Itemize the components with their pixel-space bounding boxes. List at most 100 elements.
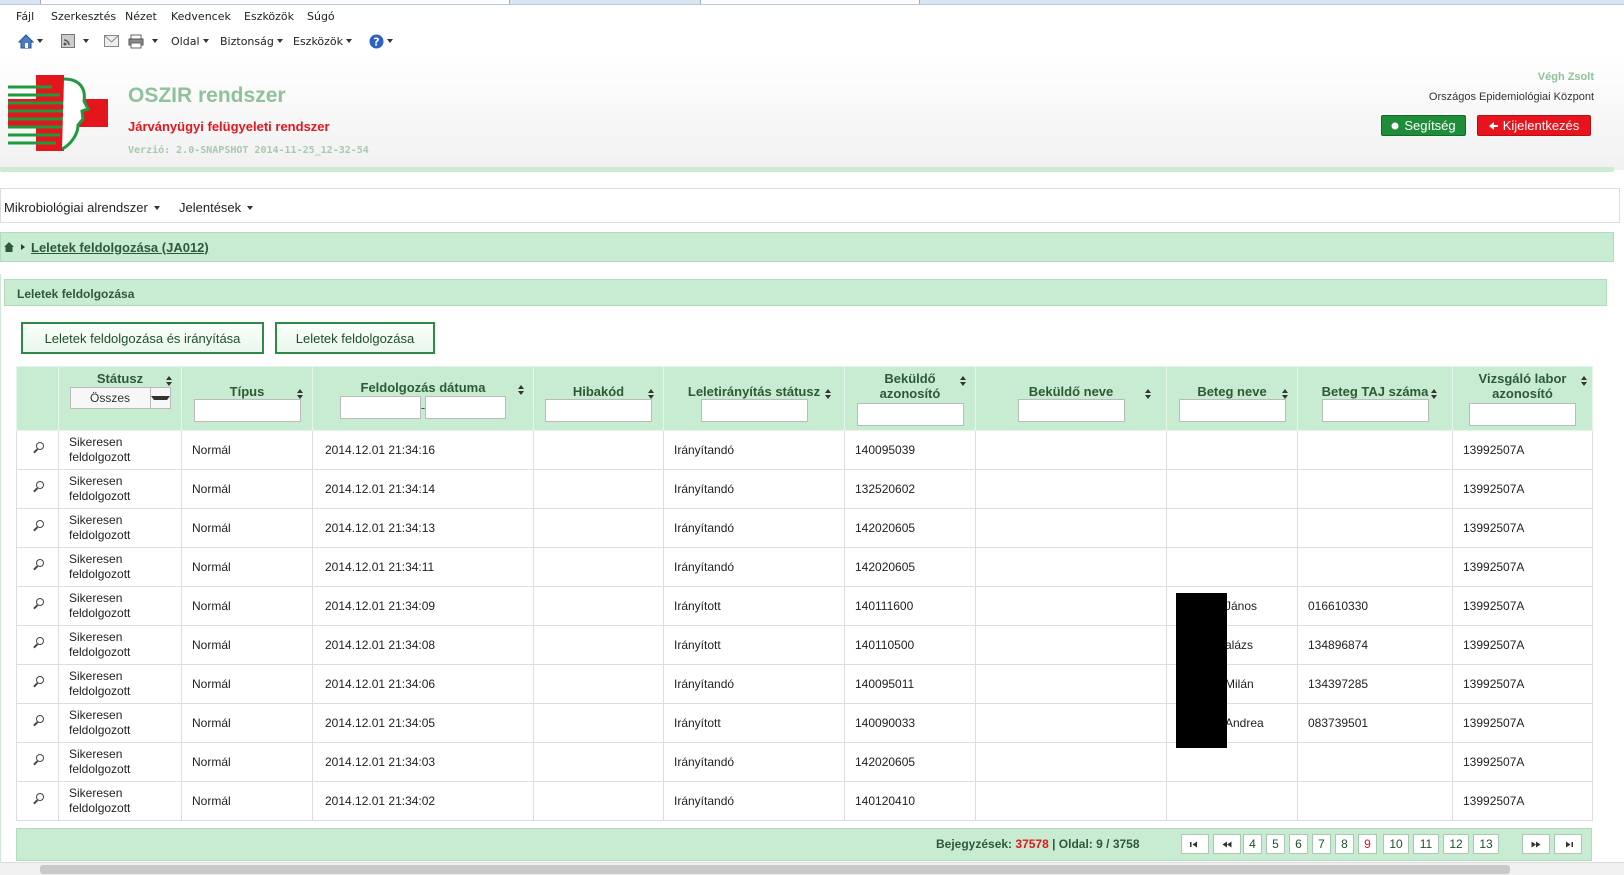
mail-button[interactable] bbox=[104, 33, 119, 49]
help-menu-button[interactable]: ? bbox=[369, 33, 393, 49]
table-row[interactable]: Sikeresen feldolgozott Normál 2014.12.01 2… bbox=[16, 547, 1593, 587]
table-row[interactable]: Sikeresen feldolgozott Normál 2014.12.01 2… bbox=[16, 586, 1593, 626]
table-row[interactable]: Sikeresen feldolgozott Normál 2014.12.01 2… bbox=[16, 742, 1593, 782]
page-button[interactable]: 13 bbox=[1473, 834, 1499, 854]
sort-icon[interactable] bbox=[648, 389, 655, 400]
view-details-icon[interactable] bbox=[32, 598, 44, 610]
column-header-taj[interactable]: Beteg TAJ száma bbox=[1297, 366, 1453, 431]
table-row[interactable]: Sikeresen feldolgozott Normál 2014.12.01 2… bbox=[16, 664, 1593, 704]
table-row[interactable]: Sikeresen feldolgozott Normál 2014.12.01 2… bbox=[16, 430, 1593, 470]
page-button[interactable]: 10 bbox=[1383, 834, 1409, 854]
previous-page-button[interactable] bbox=[1213, 834, 1241, 854]
table-row[interactable]: Sikeresen feldolgozott Normál 2014.12.01 2… bbox=[16, 781, 1593, 821]
browser-tab[interactable] bbox=[700, 0, 920, 4]
print-button[interactable] bbox=[128, 33, 158, 49]
menu-edit[interactable]: Szerkesztés bbox=[51, 10, 116, 23]
taj-filter-input[interactable] bbox=[1321, 399, 1429, 422]
table-row[interactable]: Sikeresen feldolgozott Normál 2014.12.01 2… bbox=[16, 508, 1593, 548]
lab-id-filter-input[interactable] bbox=[1469, 403, 1576, 426]
column-header-lab-id[interactable]: Vizsgáló labor azonosító bbox=[1452, 366, 1593, 431]
status-filter-select[interactable]: Összes bbox=[69, 387, 171, 409]
view-details-icon[interactable] bbox=[32, 442, 44, 454]
menu-view[interactable]: Nézet bbox=[125, 10, 157, 23]
sort-icon[interactable] bbox=[166, 376, 173, 387]
next-page-button[interactable] bbox=[1522, 834, 1550, 854]
tools-menu-button[interactable]: Eszközök bbox=[293, 33, 353, 49]
security-menu-button[interactable]: Biztonság bbox=[220, 33, 283, 49]
horizontal-scrollbar[interactable] bbox=[0, 862, 1624, 875]
sort-icon[interactable] bbox=[297, 389, 304, 400]
process-button[interactable]: Leletek feldolgozása bbox=[275, 322, 435, 354]
menu-favorites[interactable]: Kedvencek bbox=[171, 10, 231, 23]
column-header-patient-name[interactable]: Beteg neve bbox=[1166, 366, 1298, 431]
page-button[interactable]: 4 bbox=[1243, 834, 1262, 854]
patient-name-filter-input[interactable] bbox=[1178, 399, 1286, 422]
help-button[interactable]: Segítség bbox=[1381, 115, 1466, 136]
feeds-button[interactable] bbox=[61, 33, 89, 49]
view-details-icon[interactable] bbox=[32, 637, 44, 649]
column-header-sender-name[interactable]: Beküldő neve bbox=[975, 366, 1167, 431]
sort-icon[interactable] bbox=[1431, 389, 1438, 400]
routing-status-filter-input[interactable] bbox=[700, 399, 808, 422]
type-filter-input[interactable] bbox=[193, 399, 301, 422]
cell-type: Normál bbox=[181, 781, 313, 821]
sender-name-filter-input[interactable] bbox=[1017, 399, 1125, 422]
last-page-button[interactable] bbox=[1554, 834, 1582, 854]
scrollbar-thumb[interactable] bbox=[40, 865, 1510, 874]
nav-item-reports[interactable]: Jelentések bbox=[179, 200, 254, 215]
browser-tab[interactable] bbox=[40, 0, 510, 4]
sort-icon[interactable] bbox=[518, 385, 525, 396]
view-details-icon[interactable] bbox=[32, 793, 44, 805]
sort-icon[interactable] bbox=[1581, 376, 1588, 387]
first-page-icon bbox=[1190, 841, 1197, 847]
view-details-icon[interactable] bbox=[32, 559, 44, 571]
cell-sender-name bbox=[975, 742, 1167, 782]
page-button[interactable]: 7 bbox=[1312, 834, 1331, 854]
view-details-icon[interactable] bbox=[32, 676, 44, 688]
view-details-icon[interactable] bbox=[32, 754, 44, 766]
nav-item-microbiology[interactable]: Mikrobiológiai alrendszer bbox=[4, 200, 160, 215]
column-header-error[interactable]: Hibakód bbox=[533, 366, 664, 431]
table-row[interactable]: Sikeresen feldolgozott Normál 2014.12.01 2… bbox=[16, 625, 1593, 665]
sender-id-filter-input[interactable] bbox=[856, 403, 964, 426]
home-button[interactable] bbox=[18, 33, 43, 49]
menu-tools[interactable]: Eszközök bbox=[244, 10, 294, 23]
column-header-routing-status[interactable]: Leletirányítás státusz bbox=[663, 366, 845, 431]
column-header-status[interactable]: Státusz Összes bbox=[58, 366, 182, 431]
page-button[interactable]: 11 bbox=[1413, 834, 1439, 854]
date-to-input[interactable] bbox=[425, 396, 507, 419]
view-details-icon[interactable] bbox=[32, 715, 44, 727]
column-header-date[interactable]: Feldolgozás dátuma - bbox=[312, 366, 534, 431]
column-label: Típus bbox=[229, 384, 265, 399]
table-row[interactable]: Sikeresen feldolgozott Normál 2014.12.01 2… bbox=[16, 469, 1593, 509]
page-button[interactable]: 9 bbox=[1358, 834, 1377, 854]
view-details-icon[interactable] bbox=[32, 520, 44, 532]
page-menu-button[interactable]: Oldal bbox=[171, 33, 209, 49]
process-and-route-button[interactable]: Leletek feldolgozása és irányítása bbox=[21, 322, 264, 354]
cell-taj bbox=[1297, 508, 1453, 548]
cell-status: Sikeresen feldolgozott bbox=[58, 547, 182, 587]
sort-icon[interactable] bbox=[1282, 389, 1289, 400]
sort-icon[interactable] bbox=[960, 376, 967, 387]
menu-file[interactable]: Fájl bbox=[16, 10, 34, 23]
page-button[interactable]: 6 bbox=[1289, 834, 1308, 854]
date-from-input[interactable] bbox=[339, 396, 421, 419]
column-header-sender-id[interactable]: Beküldő azonosító bbox=[844, 366, 976, 431]
sort-icon[interactable] bbox=[1145, 389, 1152, 400]
view-details-icon[interactable] bbox=[32, 481, 44, 493]
first-page-button[interactable] bbox=[1181, 834, 1209, 854]
help-icon bbox=[1391, 122, 1399, 129]
sort-icon[interactable] bbox=[825, 389, 832, 400]
table-row[interactable]: Sikeresen feldolgozott Normál 2014.12.01 2… bbox=[16, 703, 1593, 743]
menu-help[interactable]: Súgó bbox=[307, 10, 335, 23]
error-code-filter-input[interactable] bbox=[545, 399, 652, 422]
home-icon[interactable] bbox=[4, 242, 14, 252]
cell-lab: 13992507A bbox=[1452, 781, 1593, 821]
page-button[interactable]: 8 bbox=[1335, 834, 1354, 854]
column-header-type[interactable]: Típus bbox=[181, 366, 313, 431]
nav-label: Mikrobiológiai alrendszer bbox=[4, 200, 148, 215]
logout-button[interactable]: Kijelentkezés bbox=[1477, 115, 1591, 136]
page-button[interactable]: 12 bbox=[1443, 834, 1469, 854]
page-button[interactable]: 5 bbox=[1266, 834, 1285, 854]
breadcrumb-link[interactable]: Leletek feldolgozása (JA012) bbox=[31, 240, 209, 255]
